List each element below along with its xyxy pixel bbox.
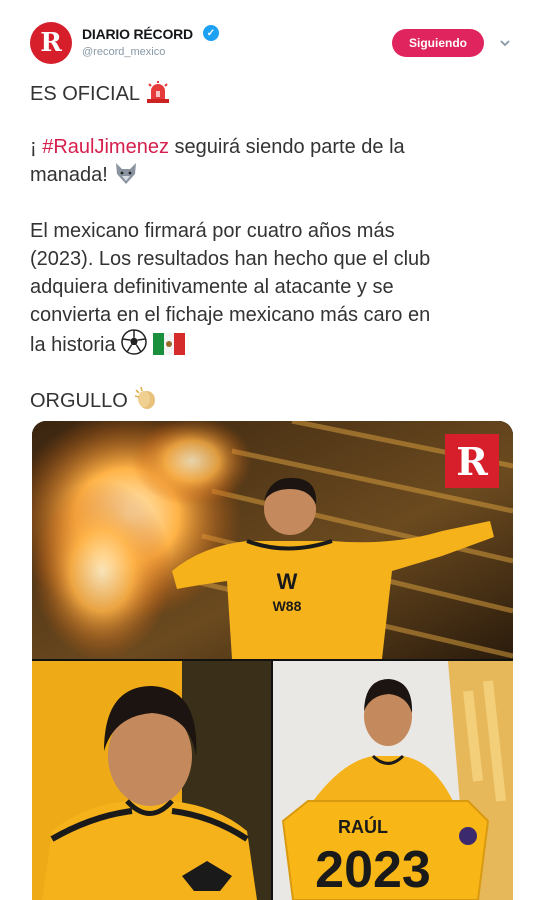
- account-display-name[interactable]: DIARIO RÉCORD: [82, 26, 193, 42]
- tweet-header: R DIARIO RÉCORD ✓ @record_mexico Siguien…: [0, 0, 540, 80]
- photo-jersey-presentation[interactable]: RAÚL 2023: [273, 661, 513, 900]
- tweet-text-orgullo: ORGULLO: [30, 390, 128, 412]
- tweet-hashtag-sentence: ¡ #RaulJimenez seguirá siendo parte de l…: [30, 133, 510, 189]
- following-button[interactable]: Siguiendo: [392, 29, 484, 57]
- tweet-paragraph-line: la historia: [30, 334, 116, 356]
- photo-stadium-celebration[interactable]: W W88 R: [32, 421, 513, 659]
- tweet-paragraph-line: convierta en el fichaje mexicano más car…: [30, 304, 431, 326]
- tweet-paragraph: El mexicano firmará por cuatro años más …: [30, 217, 510, 359]
- stadium-celebration-image: W W88: [32, 421, 513, 659]
- tweet-paragraph-line: adquiera definitivamente al atacante y s…: [30, 276, 394, 298]
- siren-emoji-icon: [146, 81, 169, 103]
- hashtag-link[interactable]: #RaulJimenez: [42, 136, 169, 158]
- clapping-hands-emoji-icon: [135, 386, 156, 409]
- photo-portrait[interactable]: [32, 661, 271, 900]
- record-logo: R: [445, 434, 499, 488]
- jersey-number-text: 2023: [315, 841, 431, 899]
- tweet-text-rest: seguirá siendo parte de la: [168, 136, 405, 158]
- tweet-line-official: ES OFICIAL: [30, 80, 510, 108]
- account-avatar[interactable]: R: [30, 22, 72, 64]
- jersey-presentation-image: RAÚL 2023: [273, 661, 513, 900]
- wolf-emoji-icon: [116, 163, 137, 184]
- tweet-line-orgullo: ORGULLO: [30, 385, 510, 415]
- chevron-down-icon[interactable]: [498, 36, 512, 50]
- soccer-ball-emoji-icon: [121, 329, 147, 355]
- tweet-paragraph-line: (2023). Los resultados han hecho que el …: [30, 248, 431, 270]
- svg-text:W: W: [277, 569, 298, 594]
- portrait-image: [32, 661, 271, 900]
- tweet-media-grid[interactable]: W W88 R RAÚL 2023: [32, 421, 513, 900]
- jersey-sponsor-text: W88: [273, 598, 302, 614]
- tweet-text-official: ES OFICIAL: [30, 83, 140, 105]
- tweet-paragraph-line: El mexicano firmará por cuatro años más: [30, 220, 395, 242]
- mexico-flag-icon: [152, 333, 185, 355]
- tweet-text-manada: manada!: [30, 164, 108, 186]
- account-handle[interactable]: @record_mexico: [82, 46, 165, 58]
- jersey-name-text: RAÚL: [338, 816, 388, 837]
- verified-icon: ✓: [203, 25, 219, 41]
- tweet-paragraph-last-line: la historia: [30, 329, 510, 359]
- tweet-text-prefix: ¡: [30, 136, 43, 158]
